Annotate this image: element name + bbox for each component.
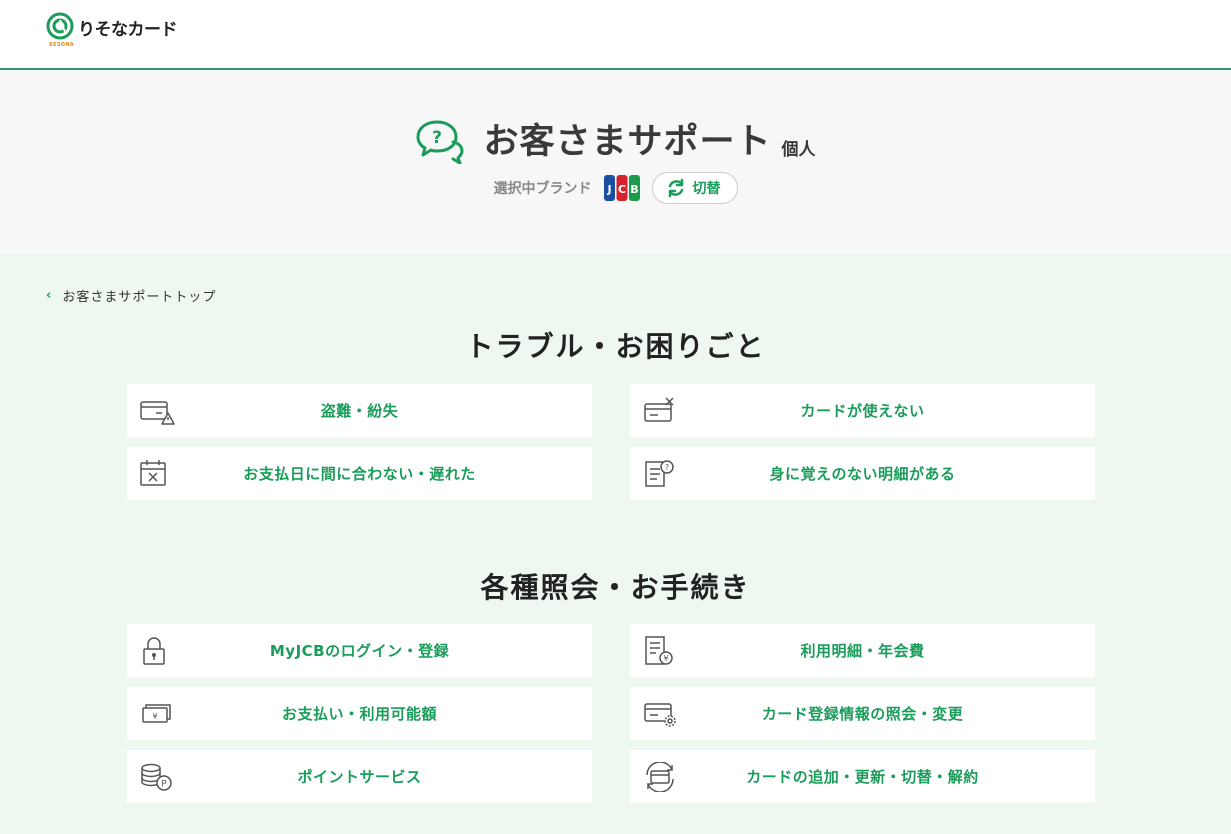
brand-label: 選択中ブランド [493,181,592,197]
resona-logo-icon [46,12,74,40]
menu-item-label: 身に覚えのない明細がある [769,465,956,483]
menu-item-label: 利用明細・年会費 [800,642,925,660]
menu-item-statement-fee[interactable]: ¥ 利用明細・年会費 [630,624,1095,677]
hero-title-row: ? お客さまサポート 個人 [0,118,1231,164]
calendar-x-icon [140,460,166,486]
lock-icon [143,637,165,665]
svg-text:P: P [161,780,167,790]
menu-item-label: カードが使えない [800,402,925,420]
resona-card-logo[interactable]: りそなカード RESONA [46,12,178,48]
svg-text:¥: ¥ [663,654,668,663]
menu-item-payment-limit[interactable]: ¥ お支払い・利用可能額 [127,687,592,740]
menu-item-label: カードの追加・更新・切替・解約 [746,768,979,786]
menu-item-label: お支払い・利用可能額 [281,705,437,723]
menu-item-card-change[interactable]: カードの追加・更新・切替・解約 [630,750,1095,803]
yen-bill-icon: ¥ [142,704,171,723]
speech-bubble-question-icon: ? [416,120,464,164]
menu-item-label: カード登録情報の照会・変更 [761,705,964,723]
section-title-procedures: 各種照会・お手続き [480,571,751,604]
support-top-label: お客さまサポートトップ [62,290,217,305]
menu-item-label: お支払日に間に合わない・遅れた [243,465,476,483]
support-top-link[interactable]: ‹ お客さまサポートトップ [46,286,216,305]
svg-text:B: B [630,183,638,196]
section-title-trouble: トラブル・お困りごと [465,330,766,363]
chevron-left-icon: ‹ [46,288,53,303]
refresh-cycle-icon [668,178,683,198]
page-title: お客さまサポート [483,122,772,162]
menu-item-theft-loss[interactable]: 盗難・紛失 [127,384,592,437]
menu-item-unknown-charge[interactable]: ? 身に覚えのない明細がある [630,447,1095,500]
switch-label: 切替 [692,181,721,197]
statement-question-icon: ? [645,460,674,487]
menu-item-myjcb-login[interactable]: MyJCBのログイン・登録 [127,624,592,677]
logo-sub: RESONA [49,42,74,48]
card-warning-icon [140,401,175,425]
menu-item-payment-late[interactable]: お支払日に間に合わない・遅れた [127,447,592,500]
menu-item-label: MyJCBのログイン・登録 [269,642,450,660]
logo-text: りそなカード [78,19,178,40]
page-subtitle: 個人 [781,140,816,160]
card-x-icon [644,397,674,422]
menu-item-label: ポイントサービス [297,768,422,786]
menu-item-points[interactable]: P ポイントサービス [127,750,592,803]
svg-text:¥: ¥ [152,712,157,721]
coins-point-icon: P [141,763,172,791]
site-header: りそなカード RESONA [0,0,1231,70]
brand-switch-button[interactable]: 切替 [651,172,738,204]
menu-item-card-unusable[interactable]: カードが使えない [630,384,1095,437]
menu-item-card-info[interactable]: カード登録情報の照会・変更 [630,687,1095,740]
jcb-logo-icon: J C B [603,175,640,201]
brand-selector: 選択中ブランド J C B 切替 [0,172,1231,204]
statement-yen-icon: ¥ [645,636,673,665]
svg-text:?: ? [433,128,443,148]
card-cycle-icon [646,762,674,792]
svg-text:?: ? [665,463,669,472]
support-hero: ? お客さまサポート 個人 選択中ブランド J C B 切替 [0,70,1231,253]
menu-item-label: 盗難・紛失 [320,402,399,420]
svg-text:J: J [606,183,611,196]
svg-text:C: C [617,183,625,196]
card-gear-icon [644,703,676,727]
